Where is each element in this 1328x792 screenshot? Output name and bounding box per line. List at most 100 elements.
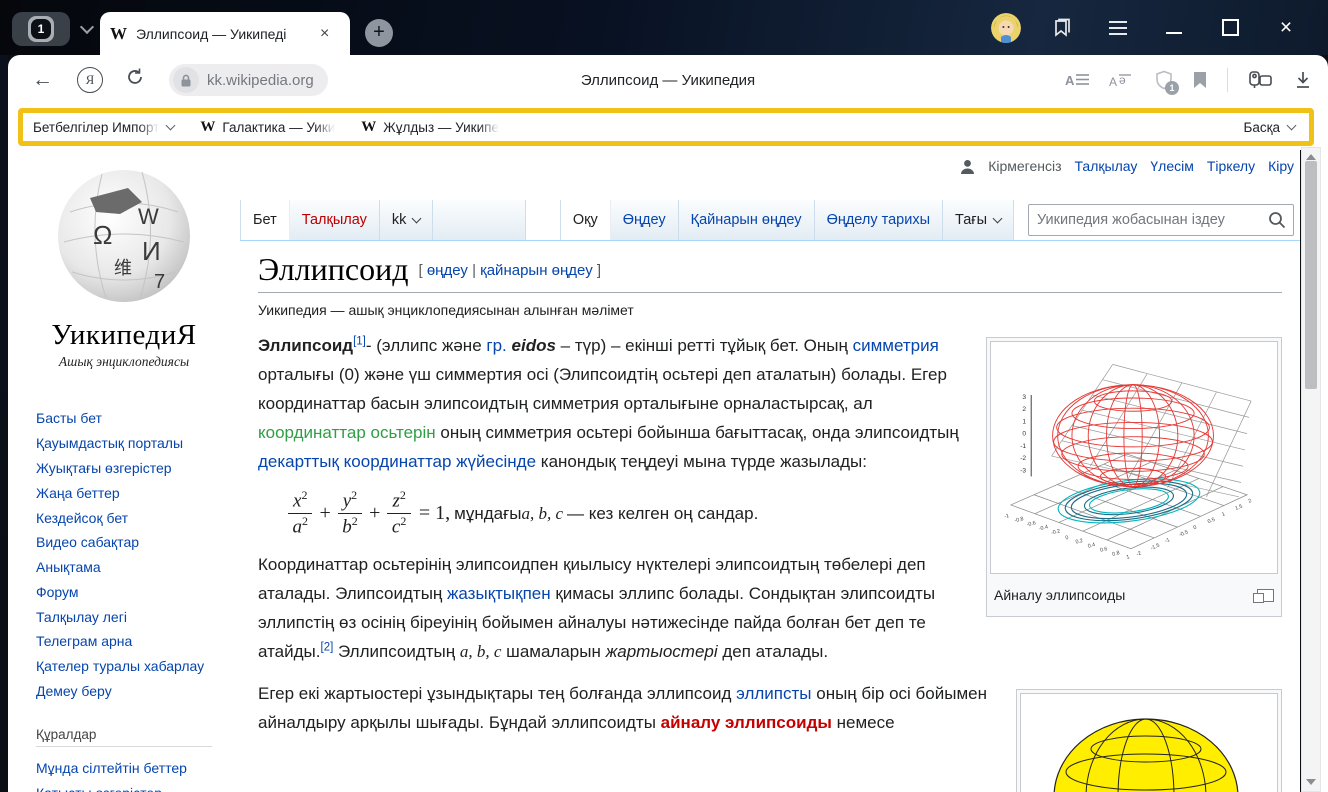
wiki-logo[interactable]: Ω W И 维 7 УикипедиЯ Ашық энциклопедиясы bbox=[8, 150, 240, 370]
bookmarks-more-button[interactable]: Басқа bbox=[1243, 120, 1295, 135]
chevron-down-icon bbox=[166, 121, 176, 131]
browser-tab[interactable]: W Эллипсоид — Уикипеді × bbox=[100, 12, 350, 55]
window-minimize-button[interactable] bbox=[1146, 0, 1202, 55]
link-symmetry[interactable]: симметрия bbox=[853, 336, 939, 355]
tab-page[interactable]: Бет bbox=[240, 200, 290, 240]
tab-action[interactable]: Өңделу тарихы bbox=[815, 200, 943, 240]
sidebar-item[interactable]: Қауымдастық порталы bbox=[36, 431, 230, 456]
new-tab-button[interactable]: + bbox=[365, 19, 393, 47]
svg-text:Ω: Ω bbox=[93, 220, 112, 250]
bookmarks-import-button[interactable]: Бетбелгілер Импорт bbox=[33, 120, 174, 135]
link-greek[interactable]: гр. bbox=[486, 336, 506, 355]
svg-text:-0.8: -0.8 bbox=[1014, 516, 1024, 524]
chevron-down-icon bbox=[993, 214, 1003, 224]
back-button-icon[interactable]: ← bbox=[32, 68, 53, 92]
translate-icon[interactable]: Aә bbox=[1109, 71, 1135, 89]
search-box[interactable] bbox=[1028, 204, 1294, 236]
personal-link[interactable]: Үлесім bbox=[1150, 158, 1193, 174]
reader-mode-icon[interactable]: A bbox=[1065, 71, 1089, 89]
site-notice: Уикипедия — ашық энциклопедиясынан алынғ… bbox=[258, 302, 1282, 318]
tab-more[interactable]: Тағы bbox=[943, 200, 1014, 240]
sidebar-item[interactable]: Демеу беру bbox=[36, 679, 230, 704]
lock-icon[interactable] bbox=[173, 67, 199, 93]
sidebar-item[interactable]: Басты бет bbox=[36, 406, 230, 431]
collections-icon[interactable] bbox=[1248, 70, 1274, 90]
page-scrollbar[interactable] bbox=[1301, 147, 1321, 792]
url-field[interactable]: kk.wikipedia.org bbox=[169, 64, 328, 96]
svg-text:-0.4: -0.4 bbox=[1038, 524, 1048, 532]
sidebar-item[interactable]: Анықтама bbox=[36, 555, 230, 580]
sidebar-tool-item[interactable]: Мұнда сілтейтін беттер bbox=[36, 755, 230, 780]
search-input[interactable] bbox=[1029, 212, 1268, 228]
right-gutter bbox=[1321, 150, 1328, 792]
profile-avatar[interactable] bbox=[978, 0, 1034, 55]
browser-chrome: ← Я kk.wikipedia.org Эллипсоид — Уикипед… bbox=[8, 55, 1328, 150]
reload-icon[interactable] bbox=[125, 67, 145, 93]
bookmarks-bar-highlight: Бетбелгілер Импорт W Галактика — Уики W … bbox=[18, 108, 1314, 146]
svg-text:1: 1 bbox=[1022, 418, 1026, 425]
yandex-logo-icon[interactable]: Я bbox=[77, 67, 103, 93]
figure-ellipsoid-plot[interactable]: 3 2 1 0 -1 -2 -3 bbox=[986, 337, 1282, 617]
tab-action[interactable]: Қайнарын өңдеу bbox=[679, 200, 815, 240]
wiki-wordmark: УикипедиЯ bbox=[8, 319, 240, 352]
wikipedia-page: Ω W И 维 7 УикипедиЯ Ашық энциклопедиясы … bbox=[8, 150, 1300, 792]
window-close-button[interactable]: × bbox=[1258, 0, 1314, 55]
sidebar-tools: Мұнда сілтейтін беттерҚатысты өзгерістер… bbox=[8, 755, 240, 792]
personal-link[interactable]: Талқылау bbox=[1075, 158, 1138, 174]
download-icon[interactable] bbox=[1294, 70, 1312, 90]
tab-read[interactable]: Оқу bbox=[560, 200, 611, 240]
sidebar-item[interactable]: Видео сабақтар bbox=[36, 530, 230, 555]
ellipsoid-3d-plot-image: 3 2 1 0 -1 -2 -3 bbox=[991, 342, 1271, 564]
link-coordinate-axes[interactable]: координаттар осьтерін bbox=[258, 423, 436, 442]
ref-1-link[interactable]: [1] bbox=[353, 335, 366, 347]
sidebar-item[interactable]: Талқылау легі bbox=[36, 604, 230, 629]
tab-action[interactable]: Өңдеу bbox=[611, 200, 679, 240]
link-plane[interactable]: жазықтықпен bbox=[447, 584, 551, 603]
wikipedia-favicon-icon: W bbox=[361, 119, 376, 136]
tab-group-chevron-icon[interactable] bbox=[80, 20, 94, 34]
figure-yellow-ellipsoid[interactable] bbox=[1016, 689, 1282, 792]
link-ellipse[interactable]: эллипсты bbox=[736, 684, 811, 703]
menu-hamburger-icon[interactable] bbox=[1090, 0, 1146, 55]
sidebar-item[interactable]: Жуықтағы өзгерістер bbox=[36, 456, 230, 481]
svg-text:0: 0 bbox=[1022, 431, 1026, 438]
tab-language-selector[interactable]: kk bbox=[380, 200, 434, 240]
sidebar-tool-item[interactable]: Қатысты өзгерістер bbox=[36, 781, 230, 792]
search-icon[interactable] bbox=[1268, 211, 1286, 229]
edit-link[interactable]: өңдеу bbox=[427, 262, 468, 279]
protect-shield-icon[interactable]: 1 bbox=[1155, 70, 1173, 90]
bookmark-item[interactable]: W Жұлдыз — Уикипе bbox=[361, 119, 499, 136]
edit-source-link[interactable]: қайнарын өңдеу bbox=[480, 262, 593, 279]
scrollbar-thumb[interactable] bbox=[1305, 161, 1317, 389]
scroll-up-arrow-icon[interactable] bbox=[1306, 154, 1316, 160]
tab-close-icon[interactable]: × bbox=[320, 25, 329, 43]
ref-2-link[interactable]: [2] bbox=[321, 642, 334, 654]
svg-text:0.5: 0.5 bbox=[1207, 517, 1216, 525]
link-cartesian-coordinates[interactable]: декарттық координаттар жүйесінде bbox=[258, 452, 536, 471]
sidebar-item[interactable]: Форум bbox=[36, 579, 230, 604]
personal-link[interactable]: Кіру bbox=[1268, 158, 1294, 174]
bookmark-flag-icon[interactable] bbox=[1193, 71, 1207, 89]
sidebar-item[interactable]: Жаңа беттер bbox=[36, 480, 230, 505]
side-panels-icon[interactable] bbox=[1034, 0, 1090, 55]
sidebar-item[interactable]: Қателер туралы хабарлау bbox=[36, 654, 230, 679]
scroll-down-arrow-icon[interactable] bbox=[1306, 779, 1316, 785]
sidebar-item[interactable]: Кездейсоқ бет bbox=[36, 505, 230, 530]
bookmark-item[interactable]: W Галактика — Уики bbox=[200, 119, 335, 136]
personal-link[interactable]: Тіркелу bbox=[1207, 158, 1255, 174]
wiki-sidebar: Ω W И 维 7 УикипедиЯ Ашық энциклопедиясы … bbox=[8, 150, 240, 792]
svg-text:-2: -2 bbox=[1136, 550, 1143, 557]
svg-text:0: 0 bbox=[1065, 535, 1069, 542]
tab-group-chip[interactable]: 1 bbox=[12, 12, 108, 46]
anon-user-label: Кірмегенсіз bbox=[988, 158, 1061, 174]
tab-group-count: 1 bbox=[31, 19, 51, 39]
article-content: Эллипсоид[ өңдеу | қайнарын өңдеу ] Уики… bbox=[240, 240, 1300, 792]
window-left-edge bbox=[0, 55, 8, 792]
tab-talk[interactable]: Талқылау bbox=[290, 200, 380, 240]
svg-text:0: 0 bbox=[1193, 525, 1198, 532]
window-maximize-button[interactable] bbox=[1202, 0, 1258, 55]
enlarge-icon[interactable] bbox=[1257, 589, 1274, 602]
sidebar-item[interactable]: Телеграм арна bbox=[36, 629, 230, 654]
wiki-logo-subtitle: Ашық энциклопедиясы bbox=[8, 354, 240, 370]
wikipedia-favicon-icon: W bbox=[110, 24, 127, 44]
